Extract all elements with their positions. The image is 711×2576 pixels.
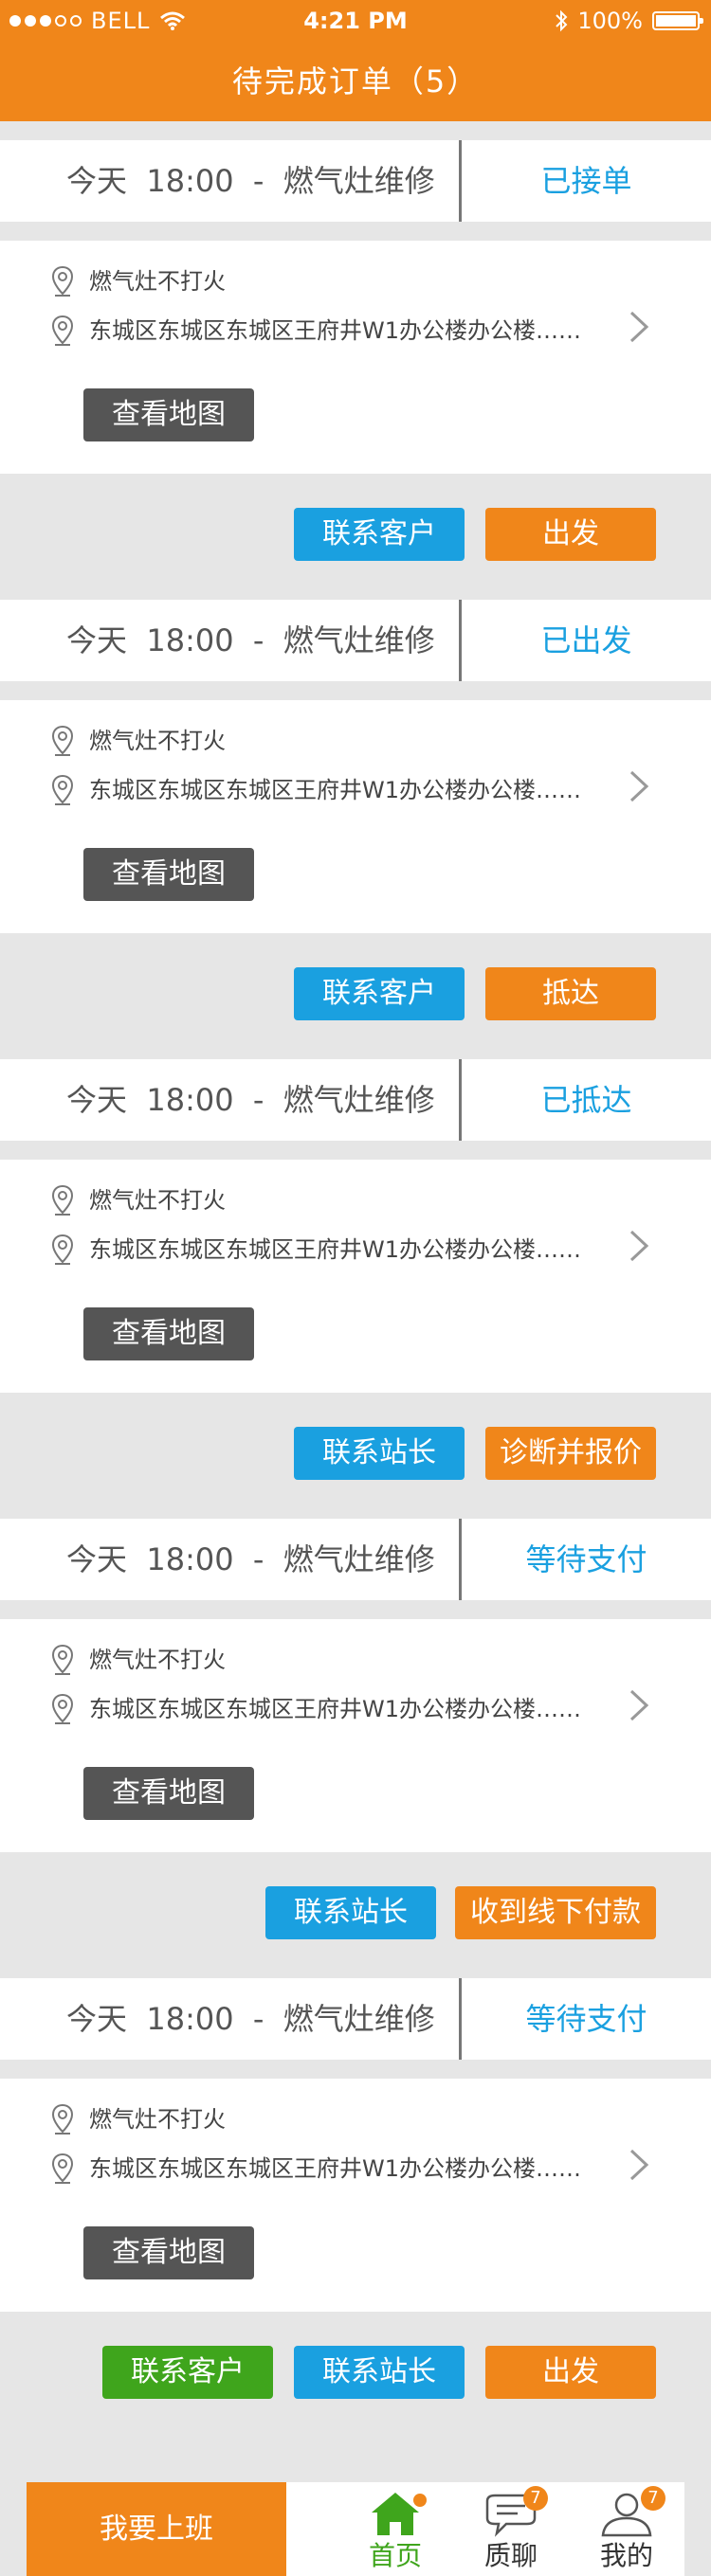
order-detail[interactable]: 燃气灶不打火东城区东城区东城区王府井W1办公楼办公楼…… 查看地图 — [0, 2079, 711, 2312]
tab-profile-label: 我的 — [599, 2540, 653, 2571]
location-pin-icon — [51, 1644, 74, 1675]
action-button-2[interactable]: 诊断并报价 — [485, 1427, 656, 1480]
location-pin-icon — [51, 2103, 74, 2135]
page-title: 待完成订单（5） — [231, 63, 480, 99]
action-button-1[interactable]: 联系客户 — [294, 967, 465, 1020]
order-detail[interactable]: 燃气灶不打火东城区东城区东城区王府井W1办公楼办公楼…… 查看地图 — [0, 1619, 711, 1852]
order-header[interactable]: 今天 18:00 - 燃气灶维修 已抵达 — [0, 1059, 711, 1141]
bottom-bar: 我要上班 首页 7 质聊 7 我的 — [27, 2482, 684, 2576]
order-actions: 联系客户 抵达 — [0, 933, 711, 1054]
order-time-service: 今天 18:00 - 燃气灶维修 — [66, 2001, 435, 2037]
chevron-right-icon[interactable] — [622, 305, 656, 349]
chevron-right-icon[interactable] — [622, 2143, 656, 2187]
order-time-service: 今天 18:00 - 燃气灶维修 — [66, 622, 435, 658]
action-button-2[interactable]: 抵达 — [485, 967, 656, 1020]
action-button-1[interactable]: 联系站长 — [294, 1427, 465, 1480]
order-actions: 联系客户 出发 — [0, 474, 711, 595]
order-detail[interactable]: 燃气灶不打火东城区东城区东城区王府井W1办公楼办公楼…… 查看地图 — [0, 1160, 711, 1393]
chevron-right-icon[interactable] — [622, 1224, 656, 1268]
header-bar: BELL 4:21 PM 100% 待完成订单（5） — [0, 0, 711, 121]
order-issue: 燃气灶不打火 — [89, 728, 226, 754]
order-issue: 燃气灶不打火 — [89, 2106, 226, 2133]
order-address: 东城区东城区东城区王府井W1办公楼办公楼…… — [89, 2155, 581, 2182]
view-map-button[interactable]: 查看地图 — [83, 1767, 254, 1820]
action-button-1[interactable]: 联系站长 — [265, 1886, 436, 1939]
order-actions: 联系站长 收到线下付款 — [0, 1852, 711, 1973]
action-button-2[interactable]: 收到线下付款 — [455, 1886, 656, 1939]
order-time-service: 今天 18:00 - 燃气灶维修 — [66, 1082, 435, 1118]
go-to-work-button[interactable]: 我要上班 — [27, 2482, 286, 2576]
order-status: 等待支付 — [525, 2001, 647, 2037]
tab-chat[interactable]: 7 质聊 — [459, 2482, 563, 2576]
tab-profile[interactable]: 7 我的 — [574, 2482, 679, 2576]
view-map-button[interactable]: 查看地图 — [83, 2226, 254, 2279]
chat-badge: 7 — [523, 2486, 548, 2511]
order-status: 等待支付 — [525, 1541, 647, 1577]
location-pin-icon — [51, 774, 74, 805]
action-button-1[interactable]: 联系客户 — [294, 508, 465, 561]
chevron-right-icon[interactable] — [622, 1684, 656, 1727]
order-detail[interactable]: 燃气灶不打火东城区东城区东城区王府井W1办公楼办公楼…… 查看地图 — [0, 241, 711, 474]
action-button-2[interactable]: 出发 — [485, 508, 656, 561]
order-issue: 燃气灶不打火 — [89, 1647, 226, 1673]
battery-percent: 100% — [577, 8, 643, 34]
home-icon — [372, 2493, 419, 2535]
chevron-right-icon[interactable] — [622, 765, 656, 808]
location-pin-icon — [51, 1693, 74, 1724]
order-header[interactable]: 今天 18:00 - 燃气灶维修 等待支付 — [0, 1978, 711, 2060]
location-pin-icon — [51, 2153, 74, 2184]
location-pin-icon — [51, 725, 74, 756]
order-status: 已出发 — [540, 622, 632, 658]
view-map-button[interactable]: 查看地图 — [83, 388, 254, 441]
view-map-button[interactable]: 查看地图 — [83, 1307, 254, 1360]
order-status: 已抵达 — [540, 1082, 632, 1118]
order-time-service: 今天 18:00 - 燃气灶维修 — [66, 163, 435, 199]
action-button-1[interactable]: 联系客户 — [102, 2346, 273, 2399]
location-pin-icon — [51, 1234, 74, 1265]
location-pin-icon — [51, 315, 74, 346]
order-actions: 联系客户 联系站长 出发 — [0, 2312, 711, 2433]
order-time-service: 今天 18:00 - 燃气灶维修 — [66, 1541, 435, 1577]
order-address: 东城区东城区东城区王府井W1办公楼办公楼…… — [89, 1236, 581, 1263]
order-address: 东城区东城区东城区王府井W1办公楼办公楼…… — [89, 777, 581, 803]
tab-chat-label: 质聊 — [483, 2540, 538, 2571]
location-pin-icon — [51, 1184, 74, 1216]
home-badge-dot — [413, 2494, 427, 2507]
order-status: 已接单 — [540, 163, 632, 199]
order-header[interactable]: 今天 18:00 - 燃气灶维修 已出发 — [0, 600, 711, 681]
tab-home[interactable]: 首页 — [343, 2482, 447, 2576]
status-bar: BELL 4:21 PM 100% — [0, 0, 711, 42]
action-button-2[interactable]: 联系站长 — [294, 2346, 465, 2399]
order-header[interactable]: 今天 18:00 - 燃气灶维修 等待支付 — [0, 1519, 711, 1600]
order-detail[interactable]: 燃气灶不打火东城区东城区东城区王府井W1办公楼办公楼…… 查看地图 — [0, 700, 711, 933]
order-issue: 燃气灶不打火 — [89, 1187, 226, 1214]
status-right: 100% — [555, 0, 703, 42]
order-address: 东城区东城区东城区王府井W1办公楼办公楼…… — [89, 1696, 581, 1722]
location-pin-icon — [51, 265, 74, 297]
order-header[interactable]: 今天 18:00 - 燃气灶维修 已接单 — [0, 140, 711, 222]
tab-home-label: 首页 — [368, 2540, 422, 2571]
order-address: 东城区东城区东城区王府井W1办公楼办公楼…… — [89, 317, 581, 344]
bluetooth-icon — [556, 9, 568, 32]
profile-badge: 7 — [641, 2486, 665, 2511]
battery-icon — [652, 11, 703, 30]
view-map-button[interactable]: 查看地图 — [83, 848, 254, 901]
action-button-3[interactable]: 出发 — [485, 2346, 656, 2399]
order-issue: 燃气灶不打火 — [89, 268, 226, 295]
order-actions: 联系站长 诊断并报价 — [0, 1393, 711, 1514]
